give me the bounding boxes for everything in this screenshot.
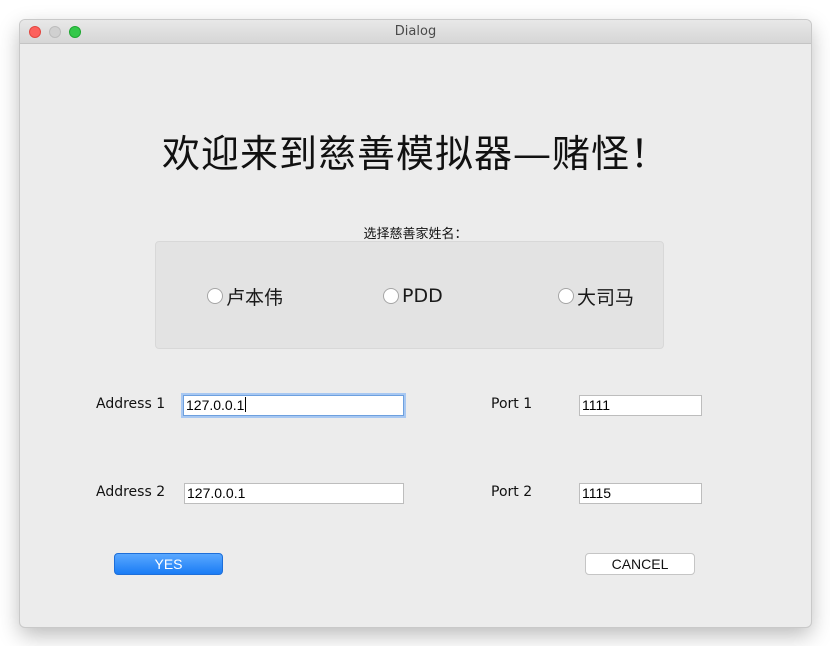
radio-button-icon[interactable] — [558, 288, 574, 304]
address-2-label: Address 2 — [96, 484, 166, 500]
radio-option-label[interactable]: PDD — [402, 285, 443, 307]
address-1-input[interactable]: 127.0.0.1 — [183, 395, 404, 416]
text-caret — [245, 397, 247, 412]
address-1-value: 127.0.0.1 — [186, 397, 245, 413]
port-2-label: Port 2 — [491, 484, 533, 500]
address-2-value: 127.0.0.1 — [187, 485, 246, 501]
radio-option-dasima[interactable]: 大司马 — [558, 283, 634, 310]
welcome-heading: 欢迎来到慈善模拟器—赌怪！ — [161, 132, 669, 176]
radio-option-label[interactable]: 卢本伟 — [226, 283, 283, 310]
radio-button-icon[interactable] — [383, 288, 399, 304]
port-2-input[interactable]: 1115 — [579, 483, 702, 504]
port-1-value: 1111 — [582, 397, 611, 413]
address-1-label: Address 1 — [96, 396, 166, 412]
window-title: Dialog — [394, 24, 437, 39]
select-philanthropist-label: 选择慈善家姓名： — [363, 227, 468, 242]
radio-button-icon[interactable] — [207, 288, 223, 304]
philanthropist-radio-group: 卢本伟 PDD 大司马 — [155, 241, 664, 349]
cancel-button[interactable]: CANCEL — [585, 553, 695, 575]
yes-button[interactable]: YES — [114, 553, 223, 575]
port-2-value: 1115 — [582, 485, 612, 501]
address-2-input[interactable]: 127.0.0.1 — [184, 483, 404, 504]
radio-option-lubenwei[interactable]: 卢本伟 — [207, 283, 283, 310]
dialog-window: Dialog 欢迎来到慈善模拟器—赌怪！ 选择慈善家姓名： 卢本伟 PDD 大司… — [20, 20, 811, 627]
title-bar[interactable]: Dialog — [20, 20, 811, 44]
radio-option-pdd[interactable]: PDD — [383, 285, 443, 307]
radio-option-label[interactable]: 大司马 — [577, 283, 634, 310]
port-1-input[interactable]: 1111 — [579, 395, 702, 416]
port-1-label: Port 1 — [491, 396, 533, 412]
